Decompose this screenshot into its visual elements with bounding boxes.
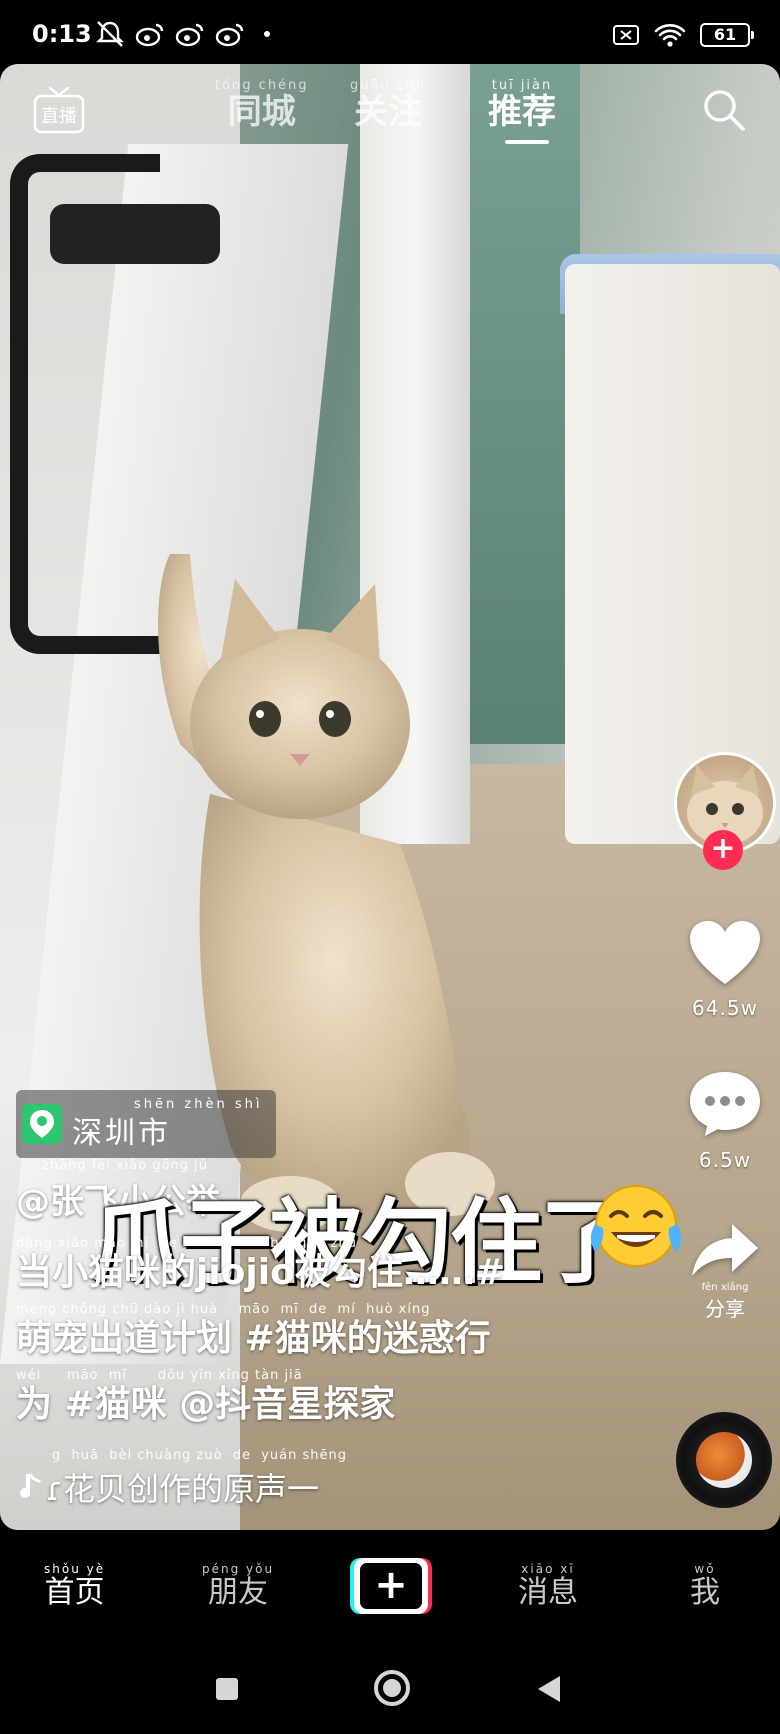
music-title: ɾ花贝创作的原声一 — [46, 1470, 319, 1508]
location-tag[interactable]: shēn zhèn shì 深圳市 — [16, 1090, 277, 1158]
share-pinyin: fēn xiǎng — [701, 1282, 749, 1293]
music-disc[interactable] — [676, 1412, 772, 1508]
comment-button[interactable]: 6.5w — [672, 1070, 778, 1172]
search-icon — [704, 90, 745, 131]
desc-line-3: 为 #猫咪 @抖音星探家 — [16, 1384, 396, 1425]
share-button[interactable]: fēn xiǎng 分享 — [672, 1222, 778, 1322]
wifi-icon — [654, 24, 686, 47]
live-tv-icon: 直播 — [33, 86, 85, 134]
weibo-icon — [175, 23, 204, 47]
comment-icon — [690, 1072, 760, 1136]
music-info[interactable]: g huā bèi chuàng zuò de yuán shēng ɾ花贝创作… — [16, 1448, 347, 1510]
top-nav: 直播 tóng chéng 同城 guān zhù 关注 tuī jiàn 推荐 — [0, 64, 780, 164]
weibo-icon — [215, 23, 244, 47]
music-note-icon — [20, 1473, 42, 1498]
tab-recommended[interactable]: tuī jiàn 推荐 — [488, 78, 556, 131]
active-tab-indicator — [505, 140, 549, 144]
sim-off-icon — [613, 25, 639, 45]
weibo-icon — [135, 23, 164, 47]
share-label: 分享 — [705, 1297, 745, 1321]
plus-icon: + — [360, 1563, 422, 1609]
back-button[interactable] — [538, 1676, 560, 1702]
nav-messages[interactable]: xiāo xī 消息 — [518, 1562, 578, 1610]
home-button[interactable] — [374, 1670, 410, 1706]
heart-icon — [690, 921, 760, 984]
desc-line-2-pinyin: méng chǒng chū dào jì huà māo mī de mí h… — [16, 1302, 431, 1317]
system-nav-bar — [0, 1644, 780, 1734]
nav-me[interactable]: wǒ 我 — [690, 1562, 720, 1610]
comment-count: 6.5w — [698, 1148, 752, 1172]
live-label: 直播 — [41, 106, 77, 127]
battery-level: 61 — [713, 25, 737, 44]
music-cover — [696, 1432, 752, 1488]
search-button[interactable] — [700, 86, 748, 134]
recents-button[interactable] — [216, 1678, 238, 1700]
video-description[interactable]: dāng xiǎo māo mī de bèi gōu zhù 当小猫咪的jio… — [16, 1236, 616, 1426]
create-button[interactable]: + — [350, 1558, 432, 1614]
tab-same-city[interactable]: tóng chéng 同城 — [215, 78, 309, 131]
nav-friends[interactable]: péng yǒu 朋友 — [202, 1562, 274, 1610]
nav-home[interactable]: shǒu yè 首页 — [44, 1562, 105, 1610]
dot-icon — [264, 31, 270, 37]
share-arrow-icon — [692, 1224, 758, 1276]
follow-button[interactable]: + — [703, 830, 743, 870]
notification-icons — [94, 18, 270, 50]
clock: 0:13 — [32, 20, 92, 48]
battery-icon: 61 — [700, 23, 754, 47]
desc-line-3-pinyin: wéi māo mī dǒu yīn xīng tàn jiā — [16, 1368, 303, 1383]
desc-line-1-pinyin: dāng xiǎo māo mī de bèi gōu zhù — [16, 1236, 357, 1251]
like-button[interactable]: 64.5w — [672, 920, 778, 1020]
location-pin-icon — [22, 1104, 62, 1144]
music-pinyin: g huā bèi chuàng zuò de yuán shēng — [52, 1448, 348, 1463]
location-label: 深圳市 — [72, 1115, 171, 1151]
bottom-nav: shǒu yè 首页 péng yǒu 朋友 + xiāo xī 消息 wǒ 我 — [0, 1534, 780, 1644]
notifications-off-icon — [96, 21, 124, 47]
desc-line-2: 萌宠出道计划 #猫咪的迷惑行 — [16, 1318, 491, 1359]
desc-line-1: 当小猫咪的jiojio被勾住……# — [16, 1252, 505, 1293]
live-button[interactable]: 直播 — [32, 86, 86, 136]
tab-following[interactable]: guān zhù 关注 — [350, 78, 426, 131]
status-bar: 0:13 61 — [0, 0, 780, 68]
like-count: 64.5w — [692, 996, 758, 1020]
